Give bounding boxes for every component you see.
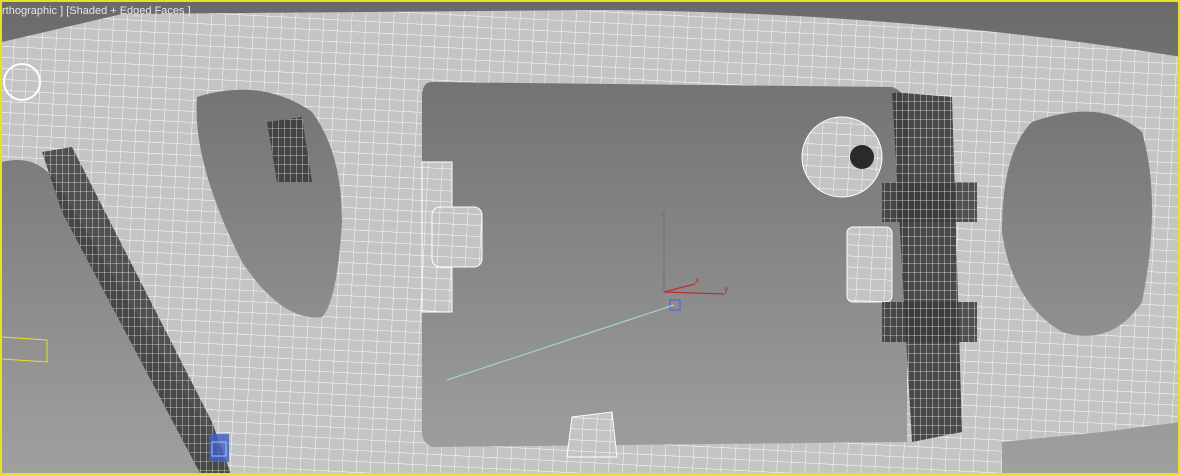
gizmo-x-label: x — [695, 275, 700, 285]
viewport[interactable]: rthographic ] [Shaded + Edged Faces ] x … — [0, 0, 1180, 475]
gizmo-y-label: y — [724, 284, 729, 294]
viewport-label[interactable]: rthographic ] [Shaded + Edged Faces ] — [2, 5, 191, 17]
mesh-wireframe: x y z — [2, 2, 1178, 473]
viewcube-icon[interactable] — [209, 434, 229, 462]
gizmo-z-label: z — [661, 208, 666, 218]
